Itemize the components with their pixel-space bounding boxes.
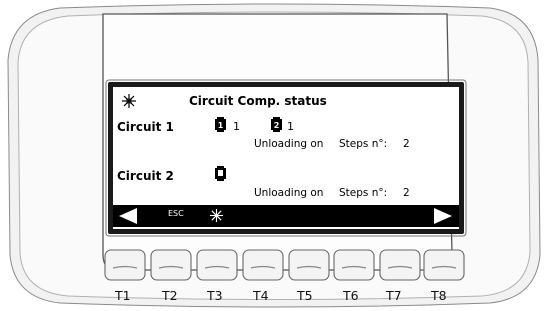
button-label-t7: T7 — [386, 288, 402, 303]
button-label-t8: T8 — [431, 288, 447, 303]
softkey-button-t5[interactable] — [288, 249, 330, 281]
controller-device: Circuit Comp. status Circuit 1 1 1 2 1 U… — [0, 0, 549, 311]
softkey-button-t2[interactable] — [150, 249, 192, 281]
softkey-button-t4[interactable] — [242, 249, 284, 281]
button-label-t4: T4 — [253, 288, 269, 303]
hardware-buttons — [104, 249, 465, 281]
button-label-t5: T5 — [297, 288, 313, 303]
softkey-button-t6[interactable] — [333, 249, 375, 281]
button-label-t1: T1 — [115, 288, 131, 303]
button-label-t6: T6 — [343, 288, 359, 303]
button-label-t3: T3 — [207, 288, 223, 303]
softkey-button-t1[interactable] — [104, 249, 146, 281]
softkey-button-t7[interactable] — [379, 249, 421, 281]
button-label-t2: T2 — [162, 288, 178, 303]
softkey-button-t3[interactable] — [196, 249, 238, 281]
softkey-button-t8[interactable] — [423, 249, 465, 281]
